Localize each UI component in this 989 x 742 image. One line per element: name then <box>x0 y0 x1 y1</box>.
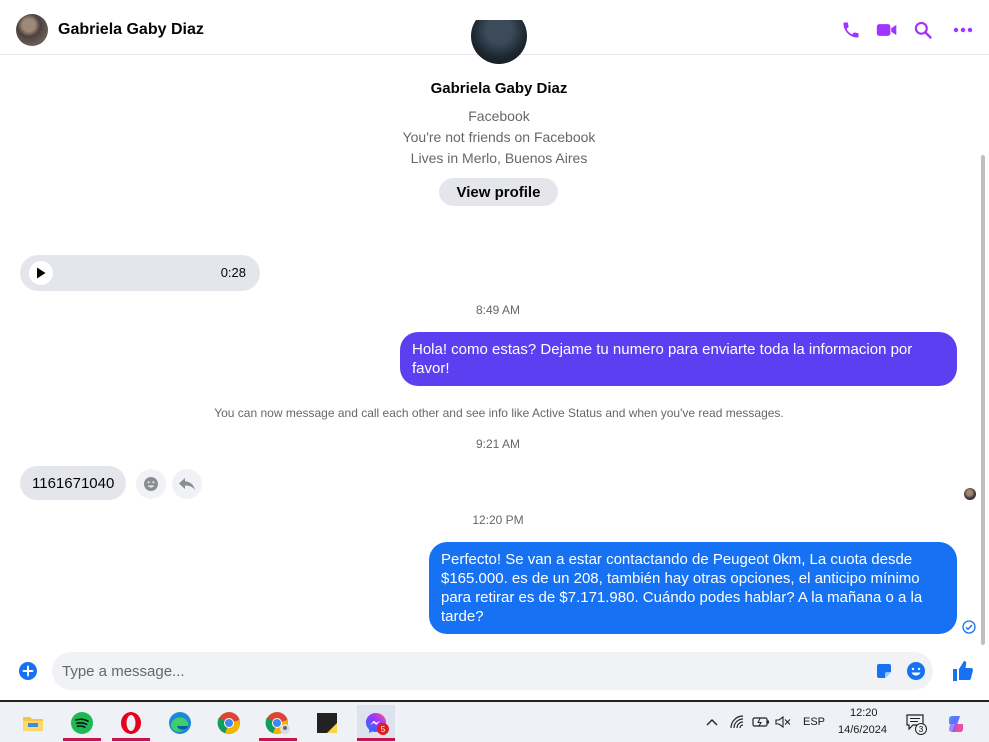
copilot-icon[interactable] <box>946 714 966 734</box>
search-icon[interactable] <box>911 18 935 42</box>
windows-taskbar: 5 ESP 12:20 14/6/2024 3 <box>0 700 989 742</box>
sent-check-icon <box>962 620 976 634</box>
friend-status: You're not friends on Facebook <box>402 129 596 145</box>
contact-avatar[interactable] <box>16 14 48 46</box>
message-composer <box>52 652 933 690</box>
running-indicator <box>112 738 150 741</box>
timestamp: 12:20 PM <box>472 513 524 527</box>
add-attachment-icon[interactable] <box>18 661 38 681</box>
view-profile-button[interactable]: View profile <box>439 178 558 206</box>
audio-message: 0:28 <box>20 255 260 291</box>
play-icon[interactable] <box>29 261 53 285</box>
more-options-icon[interactable] <box>951 18 975 42</box>
profile-name: Gabriela Gaby Diaz <box>430 80 568 97</box>
phone-icon[interactable] <box>839 18 863 42</box>
message-input[interactable] <box>62 661 842 681</box>
outgoing-message[interactable]: Hola! como estas? Dejame tu numero para … <box>400 332 957 386</box>
sticky-notes-icon[interactable] <box>308 705 346 741</box>
notifications-icon[interactable]: 3 <box>906 714 928 736</box>
running-indicator <box>259 738 297 741</box>
timestamp: 8:49 AM <box>475 303 521 317</box>
input-language[interactable]: ESP <box>803 716 825 728</box>
seen-avatar <box>964 488 976 500</box>
chrome-profile-icon[interactable] <box>259 705 297 741</box>
clock-date[interactable]: 14/6/2024 <box>838 724 887 736</box>
spotify-icon[interactable] <box>63 705 101 741</box>
chevron-up-icon[interactable] <box>706 718 718 726</box>
messenger-badge: 5 <box>377 723 389 735</box>
clock-time[interactable]: 12:20 <box>850 707 878 719</box>
chrome-icon[interactable] <box>210 705 248 741</box>
profile-location: Lives in Merlo, Buenos Aires <box>410 150 588 166</box>
emoji-icon[interactable] <box>906 661 926 681</box>
running-indicator <box>63 738 101 741</box>
profile-platform: Facebook <box>468 108 530 124</box>
timestamp: 9:21 AM <box>475 437 521 451</box>
incoming-message[interactable]: 1161671040 <box>20 466 127 500</box>
audio-duration: 0:28 <box>220 265 246 280</box>
messenger-icon[interactable]: 5 <box>357 705 395 741</box>
messenger-window: Gabriela Gaby Diaz Gabriela Gaby Diaz Fa… <box>0 0 989 742</box>
wifi-icon[interactable] <box>729 714 745 730</box>
video-call-icon[interactable] <box>875 18 899 42</box>
edge-icon[interactable] <box>161 705 199 741</box>
notification-count: 3 <box>915 723 927 735</box>
profile-picture[interactable] <box>471 20 527 64</box>
volume-muted-icon[interactable] <box>775 715 791 729</box>
contact-name[interactable]: Gabriela Gaby Diaz <box>58 21 204 39</box>
file-explorer-icon[interactable] <box>14 705 52 741</box>
sticker-icon[interactable] <box>874 661 894 681</box>
like-icon[interactable] <box>951 659 975 683</box>
running-indicator <box>357 738 395 741</box>
scrollbar[interactable] <box>981 155 985 645</box>
battery-icon[interactable] <box>752 715 770 729</box>
outgoing-message[interactable]: Perfecto! Se van a estar contactando de … <box>429 542 957 634</box>
opera-icon[interactable] <box>112 705 150 741</box>
system-notice: You can now message and call each other … <box>214 406 784 420</box>
reply-icon[interactable] <box>172 469 202 499</box>
react-emoji-icon[interactable] <box>136 469 166 499</box>
